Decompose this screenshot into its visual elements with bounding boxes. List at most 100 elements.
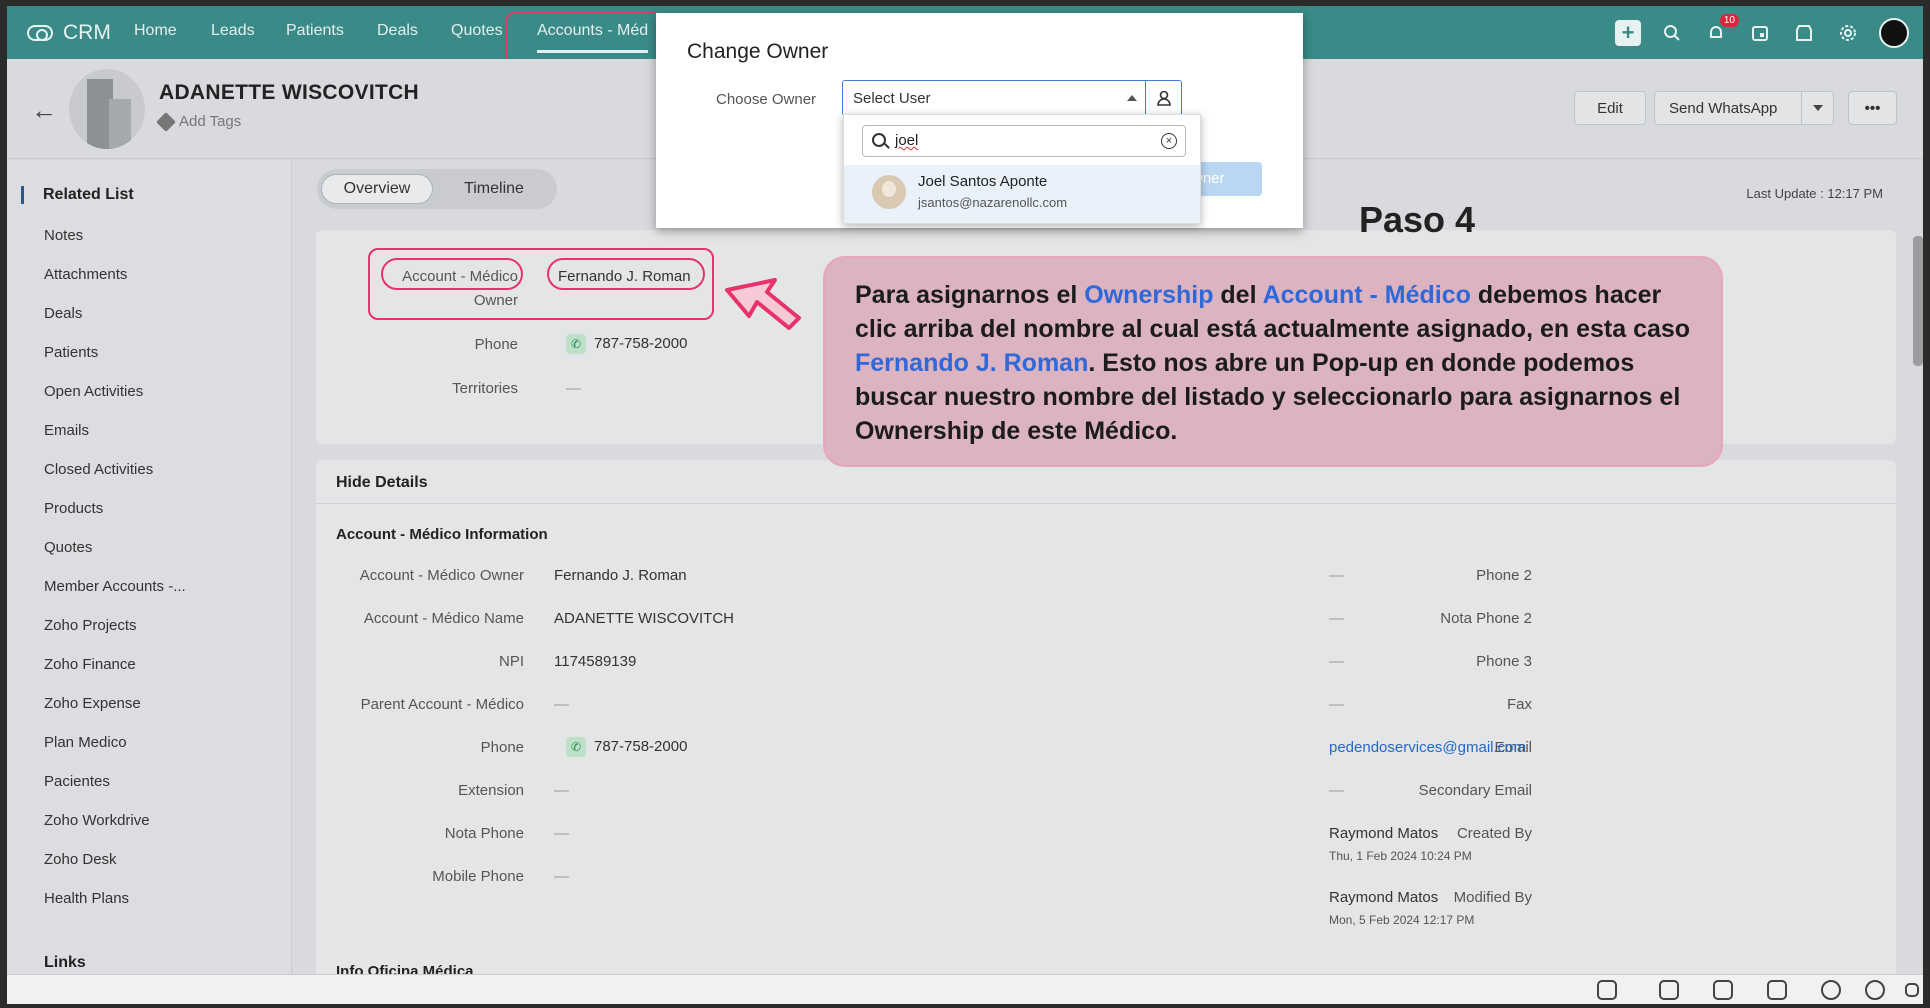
top-icons: + 10 <box>1615 14 1909 48</box>
add-tags-label: Add Tags <box>179 113 242 130</box>
user-option[interactable]: Joel Santos Aponte jsantos@nazarenollc.c… <box>844 165 1200 223</box>
sidebar-item-pacientes[interactable]: Pacientes <box>44 773 110 790</box>
calendar-icon[interactable] <box>1747 20 1773 46</box>
owner-value[interactable]: Fernando J. Roman <box>558 268 691 285</box>
send-whatsapp-button[interactable]: Send WhatsApp <box>1654 91 1834 125</box>
announcement-icon[interactable] <box>1597 980 1617 1000</box>
field-label: Phone 2 <box>1476 567 1532 584</box>
field-value-mobile[interactable]: — <box>554 868 569 885</box>
chevron-down-icon[interactable] <box>1801 92 1833 124</box>
phone-value[interactable]: ✆ 787-758-2000 <box>566 334 687 354</box>
nav-tab-patients[interactable]: Patients <box>286 22 344 40</box>
field-value-phone2[interactable]: — <box>1329 567 1344 584</box>
more-options-button[interactable]: ••• <box>1848 91 1897 125</box>
modal-title: Change Owner <box>687 40 829 63</box>
sidebar-item-zoho-finance[interactable]: Zoho Finance <box>44 656 136 673</box>
phone-icon[interactable]: ✆ <box>566 334 586 354</box>
field-value-name[interactable]: ADANETTE WISCOVITCH <box>554 610 734 627</box>
owner-label-line1: Account - Médico <box>402 268 518 285</box>
sidebar-item-open-activities[interactable]: Open Activities <box>44 383 143 400</box>
arrow-pointer-icon <box>725 278 801 330</box>
sidebar-item-products[interactable]: Products <box>44 500 103 517</box>
field-value-extension[interactable]: — <box>554 782 569 799</box>
created-time: Thu, 1 Feb 2024 10:24 PM <box>1329 849 1472 863</box>
field-value-secondary-email[interactable]: — <box>1329 782 1344 799</box>
nav-tab-quotes[interactable]: Quotes <box>451 22 503 40</box>
field-value-npi[interactable]: 1174589139 <box>554 653 636 670</box>
scrollbar[interactable] <box>1913 236 1923 366</box>
nav-tab-home[interactable]: Home <box>134 22 177 40</box>
step-label: Paso 4 <box>1359 199 1476 240</box>
field-value-nota-phone[interactable]: — <box>554 825 569 842</box>
phone-call-icon[interactable] <box>1713 980 1733 1000</box>
zia-icon[interactable] <box>1767 980 1787 1000</box>
owner-search-input[interactable]: joel × <box>862 125 1186 157</box>
user-option-email: jsantos@nazarenollc.com <box>918 195 1068 210</box>
related-list-title[interactable]: Related List <box>21 186 134 204</box>
sidebar-item-deals[interactable]: Deals <box>44 305 82 322</box>
tab-timeline[interactable]: Timeline <box>439 174 549 204</box>
field-label: Nota Phone <box>444 825 524 842</box>
phone-number: 787-758-2000 <box>594 334 688 352</box>
sidebar-item-member-accounts[interactable]: Member Accounts -... <box>44 578 186 595</box>
phone-label: Phone <box>474 336 518 353</box>
links-title[interactable]: Links <box>44 954 86 972</box>
search-icon <box>872 133 886 147</box>
phone-icon[interactable]: ✆ <box>566 737 586 757</box>
field-value-phone3[interactable]: — <box>1329 653 1344 670</box>
hide-details-button[interactable]: Hide Details <box>336 474 428 492</box>
chat-icon[interactable] <box>1659 980 1679 1000</box>
last-update: Last Update : 12:17 PM <box>1746 186 1883 201</box>
sidebar-item-zoho-expense[interactable]: Zoho Expense <box>44 695 141 712</box>
tab-overview[interactable]: Overview <box>321 174 433 204</box>
sidebar-item-zoho-projects[interactable]: Zoho Projects <box>44 617 137 634</box>
sidebar-item-emails[interactable]: Emails <box>44 422 89 439</box>
clear-search-icon[interactable]: × <box>1161 133 1177 149</box>
bottom-toolbar <box>7 974 1923 1004</box>
field-value-parent[interactable]: — <box>554 696 569 713</box>
field-value-owner[interactable]: Fernando J. Roman <box>554 567 687 584</box>
back-arrow-icon[interactable]: ← <box>31 95 57 126</box>
alarm-clock-icon[interactable] <box>1821 980 1841 1000</box>
create-plus-icon[interactable]: + <box>1615 20 1641 46</box>
instruction-note: Para asignarnos el Ownership del Account… <box>823 256 1723 467</box>
send-whatsapp-label: Send WhatsApp <box>1669 99 1778 117</box>
sidebar-item-plan-medico[interactable]: Plan Medico <box>44 734 127 751</box>
choose-owner-label: Choose Owner <box>716 91 817 108</box>
sidebar-item-zoho-desk[interactable]: Zoho Desk <box>44 851 117 868</box>
field-value-email[interactable]: pedendoservices@gmail.com <box>1329 739 1526 756</box>
sidebar-item-zoho-workdrive[interactable]: Zoho Workdrive <box>44 812 150 829</box>
field-label: Fax <box>1506 696 1532 713</box>
note-highlight: Fernando J. Roman <box>855 349 1089 377</box>
sidebar-item-patients[interactable]: Patients <box>44 344 98 361</box>
nav-tab-deals[interactable]: Deals <box>377 22 418 40</box>
record-tabs: Overview Timeline <box>317 169 557 209</box>
sidebar-item-health-plans[interactable]: Health Plans <box>44 890 129 907</box>
edit-button[interactable]: Edit <box>1574 91 1646 125</box>
bell-icon[interactable]: 10 <box>1703 14 1739 46</box>
record-title: ADANETTE WISCOVITCH <box>159 81 420 104</box>
sidebar-item-attachments[interactable]: Attachments <box>44 266 127 283</box>
field-value-fax[interactable]: — <box>1329 696 1344 713</box>
add-tags[interactable]: Add Tags <box>156 111 242 132</box>
history-icon[interactable] <box>1865 980 1885 1000</box>
settings-small-icon[interactable] <box>1905 983 1919 997</box>
notification-badge: 10 <box>1719 14 1739 27</box>
user-avatar[interactable] <box>1879 18 1909 48</box>
gear-icon[interactable] <box>1835 20 1861 46</box>
caret-up-icon[interactable] <box>1127 95 1137 101</box>
sidebar-item-quotes[interactable]: Quotes <box>44 539 92 556</box>
sidebar-item-notes[interactable]: Notes <box>44 227 83 244</box>
field-value-nota-phone2[interactable]: — <box>1329 610 1344 627</box>
field-value-phone[interactable]: ✆ 787-758-2000 <box>566 737 687 757</box>
sidebar-item-closed-activities[interactable]: Closed Activities <box>44 461 153 478</box>
marketplace-icon[interactable] <box>1791 20 1817 46</box>
user-lookup-icon[interactable] <box>1145 81 1181 115</box>
brand[interactable]: CRM <box>27 21 111 45</box>
owner-select-value: Select User <box>853 90 931 107</box>
owner-label-line2: Owner <box>473 292 518 309</box>
field-label: Extension <box>458 782 524 799</box>
search-icon[interactable] <box>1659 20 1685 46</box>
nav-tab-leads[interactable]: Leads <box>211 22 255 40</box>
owner-select[interactable]: Select User <box>842 80 1182 116</box>
